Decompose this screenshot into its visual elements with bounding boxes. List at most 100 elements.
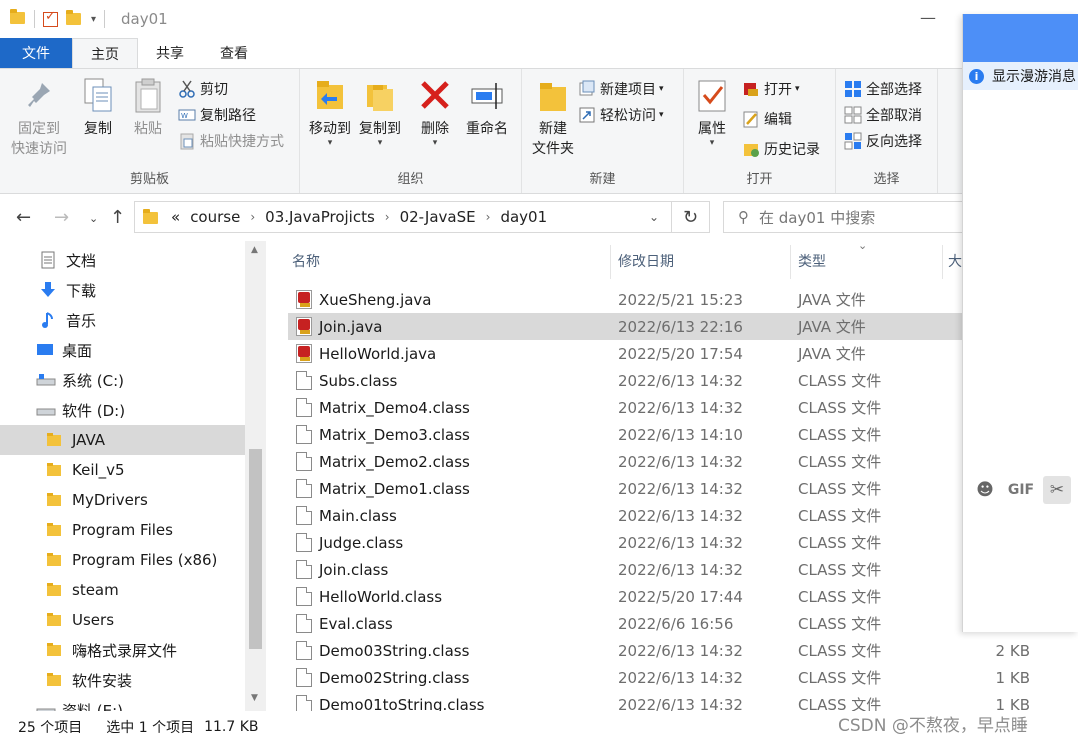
- file-row[interactable]: Matrix_Demo2.class 2022/6/13 14:32 CLASS 文…: [288, 448, 1078, 475]
- sidebar-item[interactable]: JAVA: [0, 425, 245, 455]
- edit-button[interactable]: 编辑: [742, 107, 792, 131]
- sidebar-item[interactable]: 资料 (E:): [0, 695, 245, 711]
- pin-quick-access-button[interactable]: 固定到 快速访问: [8, 77, 70, 159]
- sidebar-item[interactable]: Keil_v5: [0, 455, 245, 485]
- chevron-right-icon[interactable]: ›: [250, 210, 255, 224]
- nav-scrollbar[interactable]: ▲ ▼: [245, 241, 266, 711]
- file-row[interactable]: Join.class 2022/6/13 14:32 CLASS 文件: [288, 556, 1078, 583]
- sidebar-item[interactable]: 音乐: [0, 305, 245, 335]
- sidebar-item[interactable]: 文档: [0, 245, 245, 275]
- rename-button[interactable]: 重命名: [462, 77, 512, 139]
- emoji-icon[interactable]: ☻: [971, 476, 999, 504]
- file-name: Subs.class: [319, 371, 398, 390]
- file-row[interactable]: Subs.class 2022/6/13 14:32 CLASS 文件: [288, 367, 1078, 394]
- properties-quick-icon[interactable]: [43, 9, 58, 27]
- up-arrow-icon[interactable]: ↑: [110, 207, 125, 228]
- file-row[interactable]: Demo03String.class 2022/6/13 14:32 CLASS 文…: [288, 637, 1078, 664]
- open-button[interactable]: 打开 ▾: [742, 77, 800, 101]
- column-size[interactable]: 大: [948, 241, 962, 281]
- select-none-button[interactable]: 全部取消: [844, 103, 922, 127]
- column-divider[interactable]: [610, 245, 611, 279]
- address-dropdown-icon[interactable]: ⌄: [649, 210, 659, 224]
- chevron-right-icon[interactable]: ›: [486, 210, 491, 224]
- back-arrow-icon[interactable]: ←: [16, 207, 31, 228]
- column-divider[interactable]: [790, 245, 791, 279]
- properties-button[interactable]: 属性 ▾: [692, 77, 732, 148]
- customize-toolbar-icon[interactable]: ▾: [91, 14, 96, 25]
- nav-scroll-thumb[interactable]: [249, 449, 262, 649]
- sidebar-item[interactable]: 嗨格式录屏文件: [0, 635, 245, 665]
- move-to-button[interactable]: 移动到 ▾: [306, 77, 354, 148]
- new-item-button[interactable]: 新建项目 ▾: [578, 77, 664, 101]
- sidebar-item[interactable]: Users: [0, 605, 245, 635]
- copy-path-button[interactable]: W 复制路径: [178, 103, 256, 127]
- column-name[interactable]: 名称: [292, 241, 320, 281]
- sidebar-item[interactable]: Program Files: [0, 515, 245, 545]
- column-divider[interactable]: [942, 245, 943, 279]
- minimize-icon[interactable]: —: [920, 8, 936, 27]
- file-row[interactable]: Matrix_Demo4.class 2022/6/13 14:32 CLASS 文…: [288, 394, 1078, 421]
- file-row[interactable]: Main.class 2022/6/13 14:32 CLASS 文件: [288, 502, 1078, 529]
- sidebar-item[interactable]: 软件安装: [0, 665, 245, 695]
- sidebar-item[interactable]: steam: [0, 575, 245, 605]
- history-button[interactable]: 历史记录: [742, 137, 820, 161]
- breadcrumb-course[interactable]: course: [190, 208, 240, 226]
- sidebar-item-label: Program Files: [72, 521, 173, 539]
- file-row[interactable]: Judge.class 2022/6/13 14:32 CLASS 文件: [288, 529, 1078, 556]
- file-row[interactable]: Join.java 2022/6/13 22:16 JAVA 文件: [288, 313, 1078, 340]
- tab-view[interactable]: 查看: [202, 38, 266, 68]
- file-row[interactable]: Demo02String.class 2022/6/13 14:32 CLASS 文…: [288, 664, 1078, 691]
- file-row[interactable]: Matrix_Demo1.class 2022/6/13 14:32 CLASS 文…: [288, 475, 1078, 502]
- scroll-up-icon[interactable]: ▲: [251, 245, 258, 255]
- invert-selection-button[interactable]: 反向选择: [844, 129, 922, 153]
- file-row[interactable]: HelloWorld.java 2022/5/20 17:54 JAVA 文件: [288, 340, 1078, 367]
- breadcrumb-day01[interactable]: day01: [500, 208, 547, 226]
- forward-arrow-icon[interactable]: →: [54, 207, 69, 228]
- refresh-button[interactable]: ↻: [672, 201, 710, 233]
- tab-share[interactable]: 共享: [138, 38, 202, 68]
- file-row[interactable]: HelloWorld.class 2022/5/20 17:44 CLASS 文件: [288, 583, 1078, 610]
- file-row[interactable]: Eval.class 2022/6/6 16:56 CLASS 文件: [288, 610, 1078, 637]
- class-file-icon: [296, 425, 312, 444]
- sidebar-item-label: 嗨格式录屏文件: [72, 641, 178, 660]
- new-folder-button[interactable]: 新建 文件夹: [526, 77, 580, 159]
- tab-home[interactable]: 主页: [72, 38, 138, 68]
- column-type[interactable]: 类型: [798, 241, 826, 281]
- cut-label: 剪切: [200, 82, 228, 98]
- copy-button[interactable]: 复制: [78, 77, 118, 139]
- sidebar-item[interactable]: 软件 (D:): [0, 395, 245, 425]
- sidebar-item[interactable]: 系统 (C:): [0, 365, 245, 395]
- chevron-right-icon[interactable]: ›: [385, 210, 390, 224]
- sidebar-item[interactable]: 下载: [0, 275, 245, 305]
- class-file-icon: [296, 587, 312, 606]
- file-row[interactable]: XueSheng.java 2022/5/21 15:23 JAVA 文件: [288, 286, 1078, 313]
- delete-button[interactable]: 删除 ▾: [418, 77, 452, 148]
- file-row[interactable]: Matrix_Demo3.class 2022/6/13 14:10 CLASS 文…: [288, 421, 1078, 448]
- file-row[interactable]: Demo01toString.class 2022/6/13 14:32 CLASS…: [288, 691, 1078, 711]
- breadcrumb-javase[interactable]: 02-JavaSE: [400, 208, 476, 226]
- breadcrumb-javaprojicts[interactable]: 03.JavaProjicts: [265, 208, 375, 226]
- breadcrumb-overflow[interactable]: «: [171, 208, 180, 226]
- select-all-button[interactable]: 全部选择: [844, 77, 922, 101]
- paste-button[interactable]: 粘贴: [128, 77, 168, 139]
- file-type: CLASS 文件: [798, 453, 882, 471]
- class-file-icon: [296, 533, 312, 552]
- search-input[interactable]: ⚲ 在 day01 中搜索: [723, 201, 983, 233]
- screenshot-scissors-icon[interactable]: ✂: [1043, 476, 1071, 504]
- new-folder-quick-icon[interactable]: [66, 10, 81, 25]
- cut-button[interactable]: 剪切: [178, 77, 228, 101]
- paste-shortcut-button[interactable]: 粘贴快捷方式: [178, 129, 284, 153]
- sidebar-item[interactable]: MyDrivers: [0, 485, 245, 515]
- scroll-down-icon[interactable]: ▼: [251, 693, 258, 703]
- roaming-notice[interactable]: i 显示漫游消息: [963, 62, 1078, 90]
- copy-to-button[interactable]: 复制到 ▾: [356, 77, 404, 148]
- column-date[interactable]: 修改日期: [618, 241, 674, 281]
- easy-access-button[interactable]: 轻松访问 ▾: [578, 103, 664, 127]
- gif-icon[interactable]: GIF: [1007, 476, 1035, 504]
- recent-locations-icon[interactable]: ⌄: [89, 212, 98, 225]
- sidebar-item[interactable]: Program Files (x86): [0, 545, 245, 575]
- tab-file[interactable]: 文件: [0, 38, 72, 68]
- address-box[interactable]: « course › 03.JavaProjicts › 02-JavaSE ›…: [134, 201, 672, 233]
- sidebar-item[interactable]: 桌面: [0, 335, 245, 365]
- file-date: 2022/6/13 14:32: [618, 695, 743, 712]
